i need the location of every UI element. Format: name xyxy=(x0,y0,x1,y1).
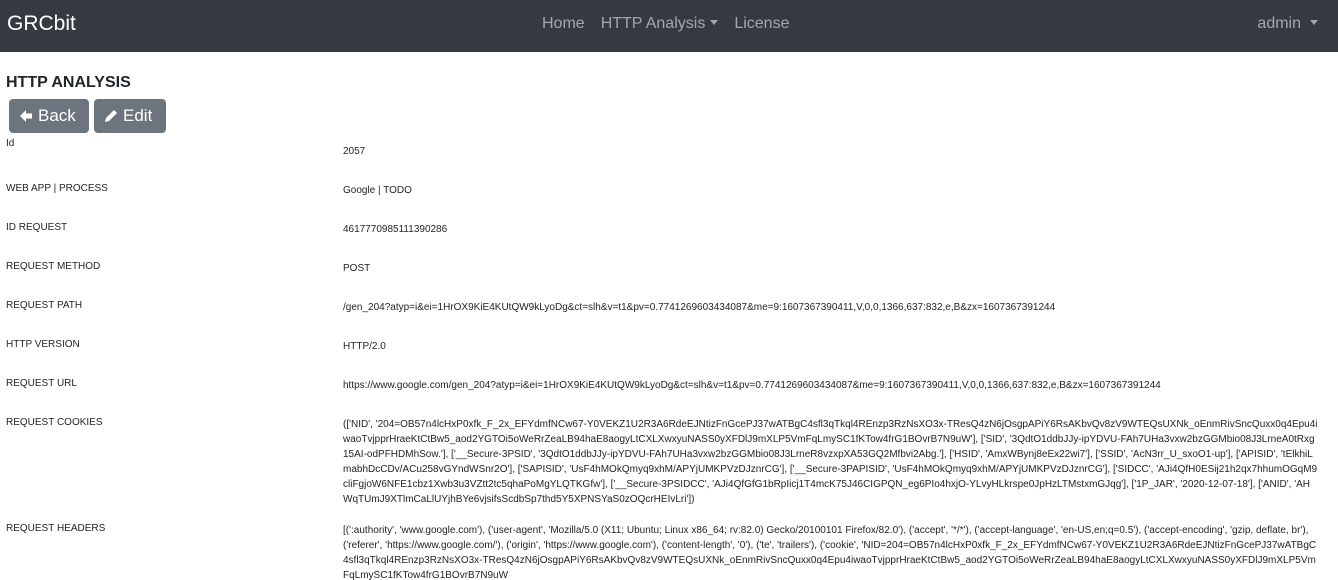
field-value: 2057 xyxy=(343,146,366,157)
field-value: https://www.google.com/gen_204?atyp=i&ei… xyxy=(343,380,1161,391)
caret-down-icon xyxy=(1310,20,1318,25)
field-label: ID REQUEST xyxy=(6,222,68,233)
edit-button[interactable]: Edit xyxy=(94,99,166,133)
brand-logo[interactable]: GRCbit xyxy=(7,12,76,36)
edit-button-label: Edit xyxy=(123,106,153,125)
field-label: REQUEST METHOD xyxy=(6,261,101,272)
field-value: /gen_204?atyp=i&ei=1HrOX9KiE4KUtQW9kLyoD… xyxy=(343,302,1056,313)
field-label: Id xyxy=(6,138,15,149)
top-navbar: GRCbit Home HTTP Analysis License admin xyxy=(0,0,1338,52)
field-value: 4617770985111390286 xyxy=(343,224,448,235)
field-value: HTTP/2.0 xyxy=(343,341,386,352)
nav-home[interactable]: Home xyxy=(542,15,585,33)
field-value: [(':authority', 'www.google.com'), ('use… xyxy=(343,525,1317,580)
pencil-icon xyxy=(105,110,117,122)
arrow-left-icon xyxy=(20,110,32,122)
field-label: REQUEST PATH xyxy=(6,300,83,311)
field-value: POST xyxy=(343,263,371,274)
field-label: REQUEST URL xyxy=(6,378,77,389)
caret-down-icon xyxy=(710,20,719,25)
field-value: (['NID', '204=OB57n4lcHxP0xfk_F_2x_EFYdm… xyxy=(343,419,1318,505)
field-value: Google | TODO xyxy=(343,185,412,196)
field-label: WEB APP | PROCESS xyxy=(6,183,108,194)
page-title: HTTP ANALYSIS xyxy=(6,74,131,91)
main-nav: Home HTTP Analysis License xyxy=(542,15,805,33)
user-menu-dropdown[interactable]: admin xyxy=(1257,15,1318,33)
field-label: HTTP VERSION xyxy=(6,339,80,350)
user-name: admin xyxy=(1257,15,1301,32)
field-label: REQUEST HEADERS xyxy=(6,523,106,534)
back-button-label: Back xyxy=(38,106,76,125)
nav-http-analysis-dropdown[interactable]: HTTP Analysis xyxy=(601,15,719,33)
field-label: REQUEST COOKIES xyxy=(6,417,103,428)
back-button[interactable]: Back xyxy=(9,99,89,133)
nav-http-analysis-label: HTTP Analysis xyxy=(600,15,706,32)
nav-license[interactable]: License xyxy=(734,15,789,33)
